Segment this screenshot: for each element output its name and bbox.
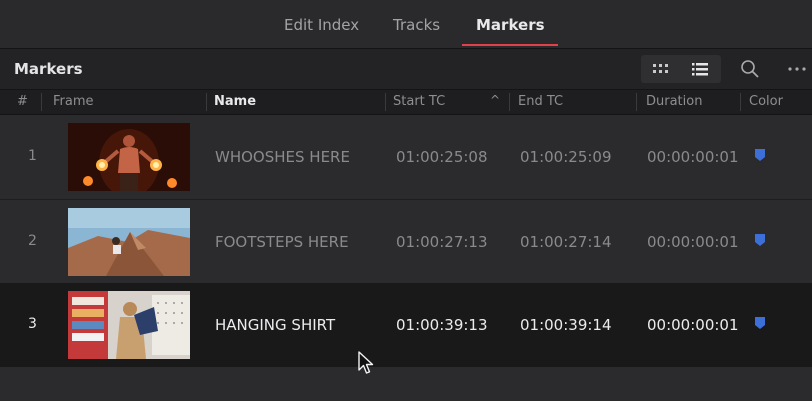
end-tc: 01:00:27:14 <box>520 233 612 251</box>
mouse-pointer-icon <box>358 351 374 374</box>
row-index: 3 <box>28 316 37 332</box>
marker-color-icon[interactable] <box>754 148 766 162</box>
start-tc: 01:00:39:13 <box>396 316 488 334</box>
column-frame[interactable]: Frame <box>53 94 94 109</box>
row-index: 1 <box>28 148 37 164</box>
tab-markers[interactable]: Markers <box>476 16 545 34</box>
markers-panel-header: Markers <box>0 49 812 90</box>
marker-color-icon[interactable] <box>754 233 766 247</box>
duration: 00:00:00:01 <box>647 233 739 251</box>
column-start-tc[interactable]: Start TC <box>393 94 445 109</box>
table-row[interactable]: 2 FOOTSTEPS HERE 01:00:27:13 01:00:27:14… <box>0 199 812 284</box>
grid-view-icon[interactable] <box>650 59 672 79</box>
start-tc: 01:00:25:08 <box>396 148 488 166</box>
more-options-icon[interactable] <box>782 57 812 81</box>
column-duration[interactable]: Duration <box>646 94 702 109</box>
search-icon[interactable] <box>738 57 762 81</box>
fire-dancer-thumbnail <box>68 123 190 191</box>
start-tc: 01:00:27:13 <box>396 233 488 251</box>
table-row[interactable]: 1 WHOOSHES HERE 01:00:25:08 01:00:25:09 … <box>0 115 812 199</box>
marker-color-icon[interactable] <box>754 316 766 330</box>
view-mode-toggle <box>641 55 721 83</box>
column-header-row: # Frame Name Start TC ^ End TC Duration … <box>0 90 812 115</box>
column-name[interactable]: Name <box>214 94 256 109</box>
end-tc: 01:00:25:09 <box>520 148 612 166</box>
rock-climber-thumbnail <box>68 208 190 276</box>
row-index: 2 <box>28 233 37 249</box>
empty-list-area <box>0 367 812 401</box>
duration: 00:00:00:01 <box>647 316 739 334</box>
marker-name: HANGING SHIRT <box>215 316 336 334</box>
marker-name: WHOOSHES HERE <box>215 148 350 166</box>
end-tc: 01:00:39:14 <box>520 316 612 334</box>
shop-shirt-thumbnail <box>68 291 190 359</box>
tab-bar: Edit Index Tracks Markers <box>0 0 812 49</box>
column-end-tc[interactable]: End TC <box>518 94 563 109</box>
marker-name: FOOTSTEPS HERE <box>215 233 349 251</box>
panel-title: Markers <box>14 60 83 78</box>
sort-ascending-icon[interactable]: ^ <box>490 93 500 107</box>
tab-tracks[interactable]: Tracks <box>393 16 440 34</box>
column-index[interactable]: # <box>17 94 28 109</box>
table-row-selected[interactable]: 3 HANGING SHIRT 01:00:39:13 01:00:39:14 … <box>0 283 812 367</box>
list-view-icon[interactable] <box>689 59 711 79</box>
column-color[interactable]: Color <box>749 94 783 109</box>
active-tab-indicator <box>462 44 558 46</box>
tab-edit-index[interactable]: Edit Index <box>284 16 359 34</box>
duration: 00:00:00:01 <box>647 148 739 166</box>
